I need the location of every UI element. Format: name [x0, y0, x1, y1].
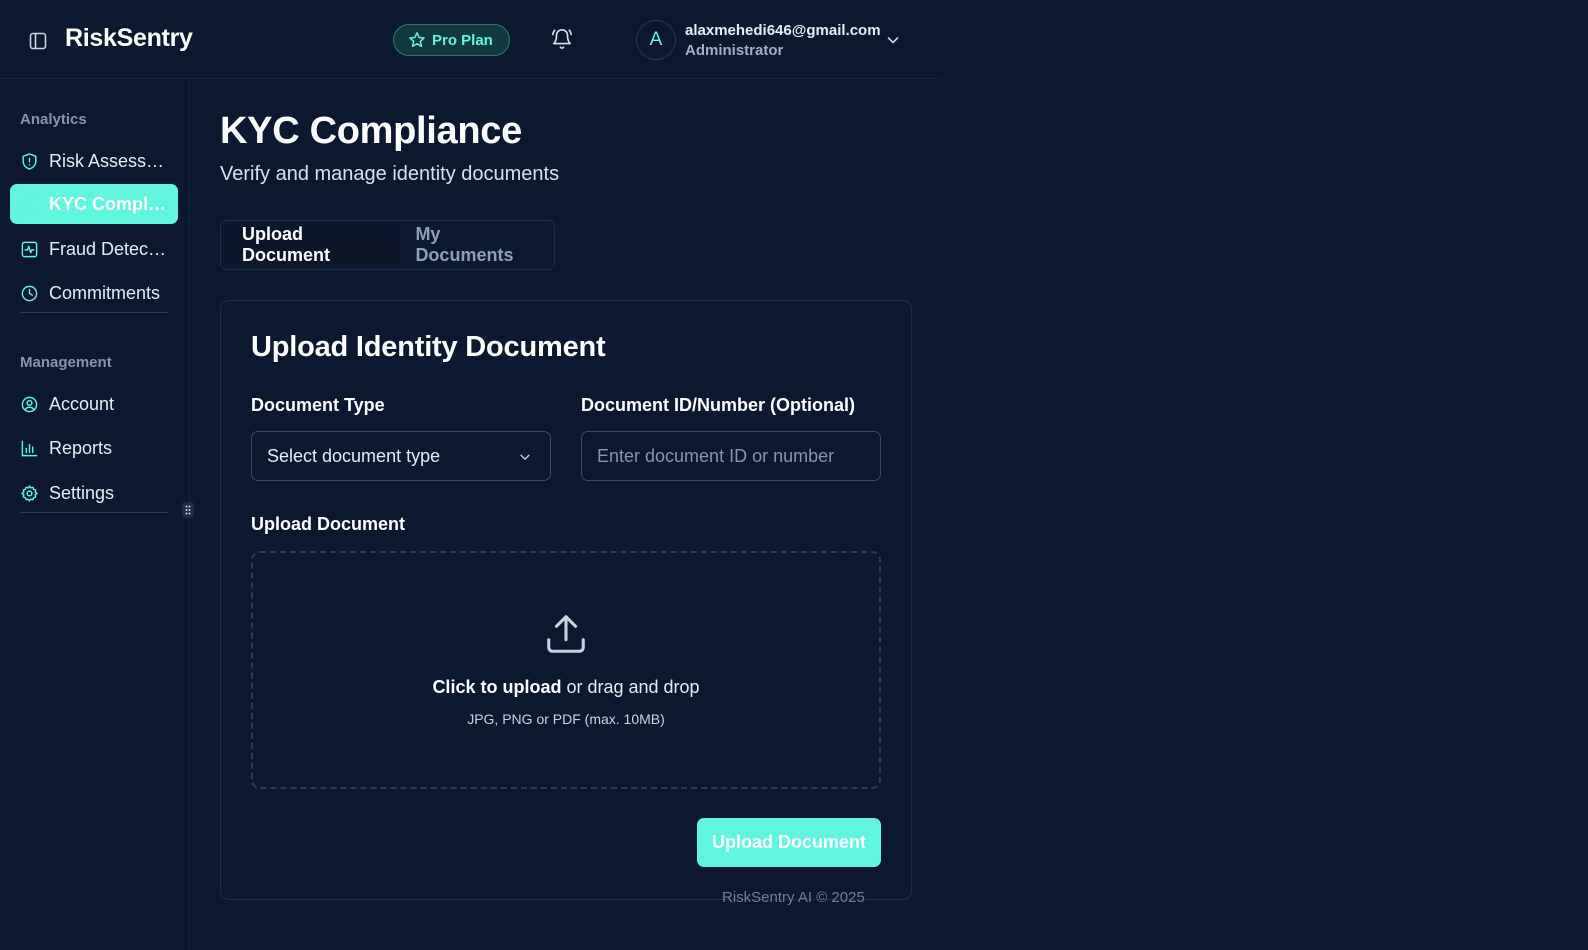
sidebar-item-account[interactable]: Account: [10, 384, 178, 424]
bar-chart-icon: [21, 440, 38, 456]
brand-name: RiskSentry: [65, 24, 193, 52]
sidebar-item-label: Risk Assessment: [49, 150, 167, 171]
sidebar-item-reports[interactable]: Reports: [10, 428, 178, 468]
shield-icon: [22, 152, 37, 170]
sidebar-item-label: KYC Compliance: [49, 193, 167, 214]
gear-icon: [21, 484, 38, 502]
dropzone-hint: JPG, PNG or PDF (max. 10MB): [467, 711, 665, 727]
sidebar-toggle-icon[interactable]: [28, 31, 48, 51]
sidebar-item-kyc-compliance[interactable]: KYC Compliance: [10, 184, 178, 224]
sidebar-item-label: Settings: [49, 482, 115, 503]
sidebar-item-fraud-detection[interactable]: Fraud Detection: [10, 229, 178, 269]
dropzone-instruction: Click to upload or drag and drop: [253, 677, 879, 698]
drag-drop-text: or drag and drop: [561, 677, 700, 697]
card-title: Upload Identity Document: [251, 331, 606, 363]
tab-upload-document[interactable]: Upload Document: [226, 224, 400, 265]
top-header: RiskSentry Pro Plan A alaxmehedi646@gmai…: [0, 0, 942, 79]
user-circle-icon: [21, 396, 38, 412]
document-id-label: Document ID/Number (Optional): [581, 395, 855, 415]
bell-icon[interactable]: [551, 28, 573, 50]
sidebar-item-settings[interactable]: Settings: [10, 473, 178, 513]
sidebar-section-management: Management: [20, 354, 112, 371]
tab-bar: Upload Document My Documents: [220, 220, 555, 270]
document-id-input[interactable]: [581, 431, 881, 481]
activity-icon: [21, 241, 38, 257]
upload-icon: [547, 615, 585, 653]
sidebar-item-risk-assessment[interactable]: Risk Assessment: [10, 141, 178, 181]
sidebar: Analytics Risk Assessment KYC Compliance: [0, 80, 190, 950]
sidebar-item-label: Reports: [49, 437, 113, 458]
upload-document-button[interactable]: Upload Document: [697, 818, 881, 867]
footer-copyright: RiskSentry AI © 2025: [722, 889, 865, 906]
upload-document-label: Upload Document: [251, 514, 406, 534]
grip-icon: [185, 505, 191, 515]
star-icon: [409, 32, 425, 48]
user-email: alaxmehedi646@gmail.com: [685, 22, 881, 39]
page-subtitle: Verify and manage identity documents: [220, 163, 560, 185]
clock-icon: [21, 285, 38, 301]
pro-plan-label: Pro Plan: [432, 31, 493, 49]
document-type-label: Document Type: [251, 395, 385, 415]
document-type-value: Select document type: [267, 445, 441, 466]
upload-card: Upload Identity Document Document Type S…: [220, 300, 912, 900]
chevron-down-icon: [520, 454, 530, 460]
app-root: RiskSentry Pro Plan A alaxmehedi646@gmai…: [0, 0, 1588, 950]
sidebar-resize-handle[interactable]: [182, 502, 194, 518]
page-title: KYC Compliance: [220, 110, 522, 152]
sidebar-item-commitments[interactable]: Commitments: [10, 273, 178, 313]
sidebar-section-analytics: Analytics: [20, 111, 87, 128]
chevron-down-icon[interactable]: [885, 32, 901, 48]
user-role: Administrator: [685, 42, 784, 59]
sidebar-item-label: Account: [49, 393, 115, 414]
sidebar-divider: [20, 312, 168, 313]
sidebar-item-label: Commitments: [49, 282, 161, 303]
pro-plan-badge[interactable]: Pro Plan: [393, 24, 510, 56]
click-to-upload-text: Click to upload: [432, 677, 562, 697]
tab-my-documents[interactable]: My Documents: [399, 224, 549, 265]
upload-dropzone[interactable]: Click to upload or drag and drop JPG, PN…: [251, 551, 881, 789]
sidebar-item-label: Fraud Detection: [49, 238, 167, 259]
document-type-select[interactable]: Select document type: [251, 431, 551, 481]
sidebar-divider: [20, 512, 168, 513]
id-card-icon: [21, 197, 38, 211]
avatar[interactable]: A: [636, 20, 676, 60]
